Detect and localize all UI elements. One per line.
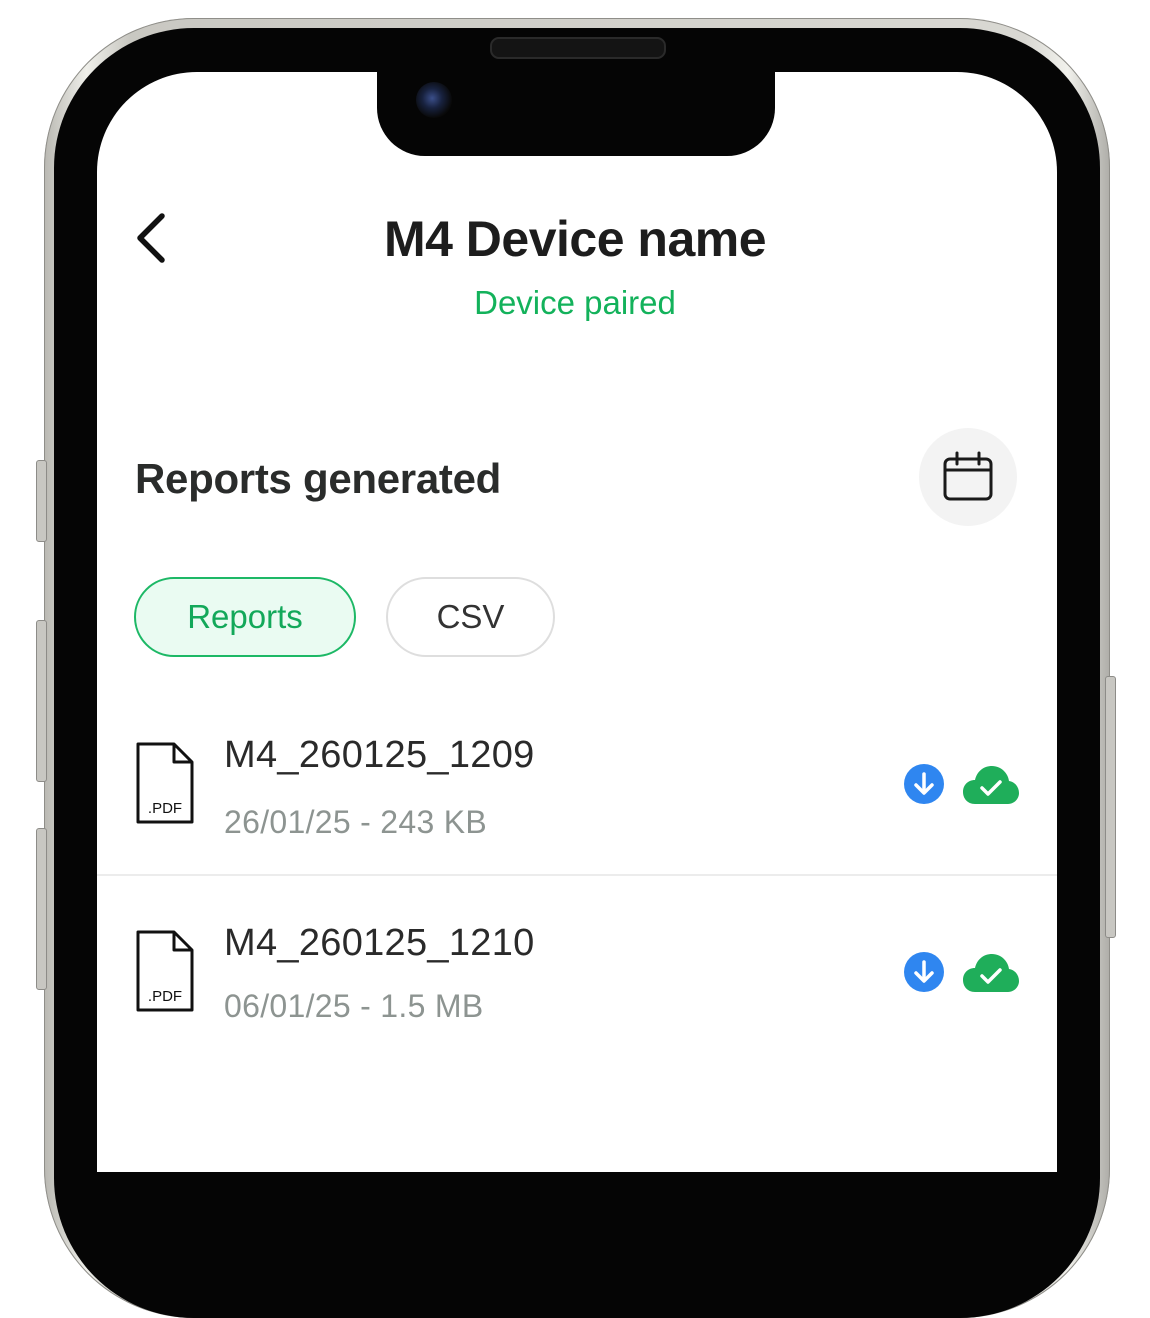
file-name: M4_260125_1210 bbox=[224, 922, 535, 964]
volume-down-button bbox=[36, 828, 47, 990]
list-item[interactable]: .PDF M4_260125_1209 26/01/25 - 243 KB bbox=[97, 688, 1057, 876]
page-title: M4 Device name bbox=[383, 211, 767, 267]
pdf-file-icon: .PDF bbox=[136, 742, 194, 824]
file-meta: 06/01/25 - 1.5 MB bbox=[224, 988, 484, 1024]
file-type-label: .PDF bbox=[148, 988, 182, 1005]
list-item[interactable]: .PDF M4_260125_1210 06/01/25 - 1.5 MB bbox=[97, 876, 1057, 1064]
section-title: Reports generated bbox=[135, 455, 501, 502]
pdf-file-icon: .PDF bbox=[136, 930, 194, 1012]
pairing-status: Device paired bbox=[474, 284, 676, 321]
earpiece-speaker bbox=[490, 37, 666, 59]
tab-csv[interactable]: CSV bbox=[386, 577, 555, 657]
calendar-icon bbox=[943, 451, 993, 501]
tab-reports[interactable]: Reports bbox=[134, 577, 356, 657]
calendar-button[interactable] bbox=[919, 428, 1017, 526]
cloud-check-icon bbox=[963, 766, 1019, 804]
download-icon[interactable] bbox=[904, 764, 944, 804]
volume-up-button bbox=[36, 620, 47, 782]
file-name: M4_260125_1209 bbox=[224, 734, 535, 776]
file-type-label: .PDF bbox=[148, 800, 182, 817]
download-icon[interactable] bbox=[904, 952, 944, 992]
cloud-check-icon bbox=[963, 954, 1019, 992]
front-camera bbox=[416, 82, 452, 118]
file-meta: 26/01/25 - 243 KB bbox=[224, 804, 488, 840]
power-button bbox=[1105, 676, 1116, 938]
mute-switch bbox=[36, 460, 47, 542]
